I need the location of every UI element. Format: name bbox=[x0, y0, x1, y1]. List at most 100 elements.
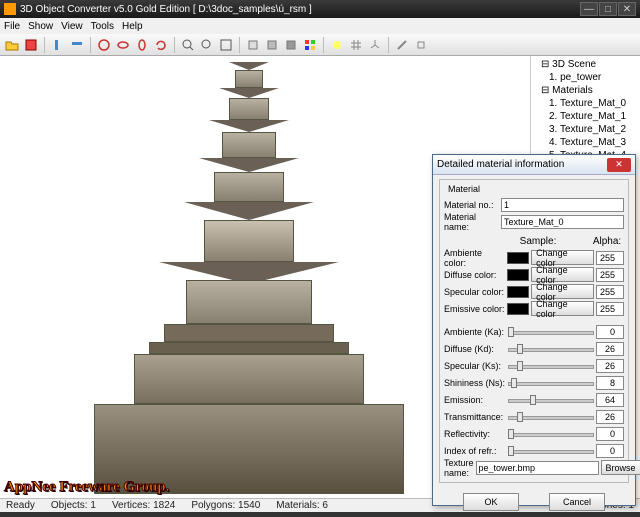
tree-material-2[interactable]: 3. Texture_Mat_2 bbox=[533, 123, 638, 136]
cube3-icon[interactable] bbox=[283, 37, 299, 53]
ok-button[interactable]: OK bbox=[463, 493, 519, 511]
kd-label: Diffuse (Kd): bbox=[444, 344, 506, 354]
hdr-sample: Sample: bbox=[508, 236, 568, 247]
tree-material-1[interactable]: 2. Texture_Mat_1 bbox=[533, 110, 638, 123]
status-ready: Ready bbox=[6, 500, 35, 511]
ks-slider[interactable] bbox=[508, 359, 594, 373]
tree-material-0[interactable]: 1. Texture_Mat_0 bbox=[533, 97, 638, 110]
cancel-button[interactable]: Cancel bbox=[549, 493, 605, 511]
cube1-icon[interactable] bbox=[245, 37, 261, 53]
diffuse-alpha[interactable] bbox=[596, 268, 624, 282]
maximize-button[interactable]: □ bbox=[599, 2, 617, 16]
menu-help[interactable]: Help bbox=[122, 21, 143, 32]
rotate-z-icon[interactable] bbox=[134, 37, 150, 53]
material-fieldset: Material Material no.: Material name: Sa… bbox=[439, 179, 629, 483]
trans-label: Transmittance: bbox=[444, 412, 506, 422]
misc2-icon[interactable] bbox=[413, 37, 429, 53]
hdr-alpha: Alpha: bbox=[590, 236, 624, 247]
close-button[interactable]: ✕ bbox=[618, 2, 636, 16]
menu-file[interactable]: File bbox=[4, 21, 20, 32]
material-name-input[interactable] bbox=[501, 215, 624, 229]
toolbar bbox=[0, 34, 640, 56]
tree-model[interactable]: 1. pe_tower bbox=[533, 71, 638, 84]
specular-alpha[interactable] bbox=[596, 285, 624, 299]
menu-bar: File Show View Tools Help bbox=[0, 18, 640, 34]
dialog-title-bar[interactable]: Detailed material information ✕ bbox=[433, 155, 635, 175]
dialog-close-icon[interactable]: ✕ bbox=[607, 158, 631, 172]
kd-slider[interactable] bbox=[508, 342, 594, 356]
material-no-input[interactable] bbox=[501, 198, 624, 212]
menu-view[interactable]: View bbox=[61, 21, 83, 32]
cube2-icon[interactable] bbox=[264, 37, 280, 53]
watermark: AppNee Freeware Group. bbox=[4, 479, 169, 496]
ka-label: Ambiente (Ka): bbox=[444, 327, 506, 337]
model-pagoda bbox=[89, 56, 409, 496]
ka-value[interactable] bbox=[596, 325, 624, 339]
tree-material-3[interactable]: 4. Texture_Mat_3 bbox=[533, 136, 638, 149]
app-title: 3D Object Converter v5.0 Gold Edition [ … bbox=[20, 4, 312, 15]
title-bar: 3D Object Converter v5.0 Gold Edition [ … bbox=[0, 0, 640, 18]
status-vertices: Vertices: 1824 bbox=[112, 500, 175, 511]
refl-label: Reflectivity: bbox=[444, 429, 506, 439]
zoom-out-icon[interactable] bbox=[199, 37, 215, 53]
ns-label: Shininess (Ns): bbox=[444, 378, 506, 388]
ior-slider[interactable] bbox=[508, 444, 594, 458]
rotate-y-icon[interactable] bbox=[115, 37, 131, 53]
emissive-color-label: Emissive color: bbox=[444, 304, 505, 314]
diffuse-swatch bbox=[507, 269, 529, 281]
open-icon[interactable] bbox=[4, 37, 20, 53]
ambient-alpha[interactable] bbox=[596, 251, 624, 265]
misc1-icon[interactable] bbox=[394, 37, 410, 53]
ks-value[interactable] bbox=[596, 359, 624, 373]
texture-input[interactable] bbox=[476, 461, 599, 475]
diffuse-change-button[interactable]: Change color bbox=[531, 267, 594, 282]
zoom-in-icon[interactable] bbox=[180, 37, 196, 53]
ns-slider[interactable] bbox=[508, 376, 594, 390]
refl-value[interactable] bbox=[596, 427, 624, 441]
menu-tools[interactable]: Tools bbox=[91, 21, 114, 32]
menu-show[interactable]: Show bbox=[28, 21, 53, 32]
axis-icon[interactable] bbox=[367, 37, 383, 53]
kd-value[interactable] bbox=[596, 342, 624, 356]
window-controls: — □ ✕ bbox=[580, 2, 636, 16]
trans-slider[interactable] bbox=[508, 410, 594, 424]
refl-slider[interactable] bbox=[508, 427, 594, 441]
status-polygons: Polygons: 1540 bbox=[191, 500, 260, 511]
rotate-x-icon[interactable] bbox=[96, 37, 112, 53]
tool-a-icon[interactable] bbox=[50, 37, 66, 53]
color-icon[interactable] bbox=[302, 37, 318, 53]
emission-label: Emission: bbox=[444, 395, 506, 405]
trans-value[interactable] bbox=[596, 410, 624, 424]
tree-scene[interactable]: ⊟ 3D Scene bbox=[533, 58, 638, 71]
material-name-label: Material name: bbox=[444, 212, 499, 232]
dialog-title: Detailed material information bbox=[437, 159, 564, 170]
grid-icon[interactable] bbox=[348, 37, 364, 53]
material-no-label: Material no.: bbox=[444, 200, 499, 210]
emissive-swatch bbox=[507, 303, 529, 315]
specular-change-button[interactable]: Change color bbox=[531, 284, 594, 299]
diffuse-color-label: Diffuse color: bbox=[444, 270, 505, 280]
emission-value[interactable] bbox=[596, 393, 624, 407]
emissive-alpha[interactable] bbox=[596, 302, 624, 316]
emissive-change-button[interactable]: Change color bbox=[531, 301, 594, 316]
status-materials: Materials: 6 bbox=[276, 500, 328, 511]
ior-label: Index of refr.: bbox=[444, 446, 506, 456]
minimize-button[interactable]: — bbox=[580, 2, 598, 16]
ns-value[interactable] bbox=[596, 376, 624, 390]
browse-button[interactable]: Browse bbox=[601, 460, 640, 475]
tool-b-icon[interactable] bbox=[69, 37, 85, 53]
tree-materials[interactable]: ⊟ Materials bbox=[533, 84, 638, 97]
ior-value[interactable] bbox=[596, 444, 624, 458]
texture-label: Texture name: bbox=[444, 458, 474, 478]
zoom-fit-icon[interactable] bbox=[218, 37, 234, 53]
light-icon[interactable] bbox=[329, 37, 345, 53]
save-icon[interactable] bbox=[23, 37, 39, 53]
specular-swatch bbox=[507, 286, 529, 298]
status-objects: Objects: 1 bbox=[51, 500, 96, 511]
ambient-change-button[interactable]: Change color bbox=[531, 250, 594, 265]
ks-label: Specular (Ks): bbox=[444, 361, 506, 371]
ka-slider[interactable] bbox=[508, 325, 594, 339]
specular-color-label: Specular color: bbox=[444, 287, 505, 297]
emission-slider[interactable] bbox=[508, 393, 594, 407]
reset-icon[interactable] bbox=[153, 37, 169, 53]
